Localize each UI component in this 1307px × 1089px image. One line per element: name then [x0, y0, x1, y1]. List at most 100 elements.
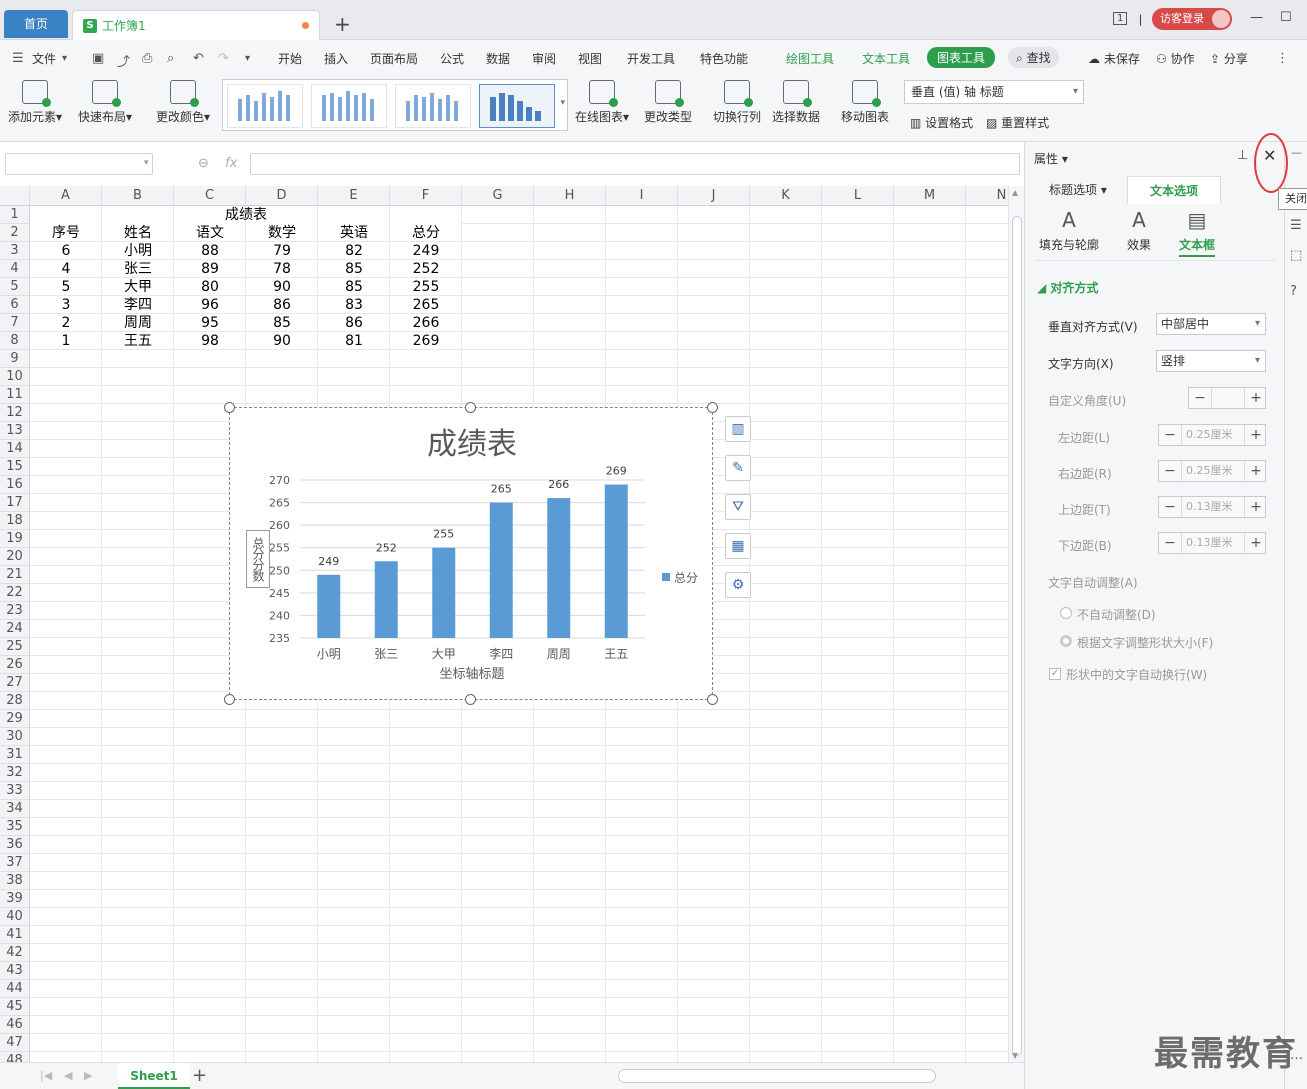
- row-header[interactable]: 16: [0, 476, 30, 494]
- chart-filter-icon[interactable]: ⛛: [725, 494, 751, 520]
- row-header[interactable]: 27: [0, 674, 30, 692]
- quick-access-more-icon[interactable]: ▾: [245, 53, 250, 64]
- table-cell[interactable]: 90: [246, 332, 318, 350]
- row-header[interactable]: 43: [0, 962, 30, 980]
- right-margin-plus-icon[interactable]: +: [1245, 461, 1267, 481]
- scroll-up-icon[interactable]: ▲: [1012, 188, 1018, 197]
- collaborate-button[interactable]: ⚇ 协作: [1156, 50, 1195, 67]
- table-cell[interactable]: 98: [174, 332, 246, 350]
- table-cell[interactable]: 6: [30, 242, 102, 260]
- right-margin-value[interactable]: 0.25厘米: [1181, 461, 1245, 481]
- name-box[interactable]: [5, 153, 153, 175]
- sheet-nav-prev-icon[interactable]: ◀: [64, 1069, 72, 1082]
- table-cell[interactable]: 2: [30, 314, 102, 332]
- menu-review[interactable]: 审阅: [532, 50, 556, 67]
- sheet-nav-first-icon[interactable]: |◀: [40, 1069, 52, 1082]
- help-icon[interactable]: ?: [1290, 284, 1297, 299]
- table-cell[interactable]: 85: [318, 260, 390, 278]
- row-header[interactable]: 32: [0, 764, 30, 782]
- row-header[interactable]: 38: [0, 872, 30, 890]
- row-header[interactable]: 31: [0, 746, 30, 764]
- header-cell[interactable]: 总分: [390, 224, 462, 242]
- change-type-button[interactable]: 更改类型: [644, 80, 692, 125]
- table-cell[interactable]: 李四: [102, 296, 174, 314]
- column-header[interactable]: E: [318, 186, 390, 206]
- chart-elements-icon[interactable]: ▥: [725, 416, 751, 442]
- row-header[interactable]: 40: [0, 908, 30, 926]
- row-header[interactable]: 15: [0, 458, 30, 476]
- chart-style-brush-icon[interactable]: ✎: [725, 455, 751, 481]
- row-header[interactable]: 47: [0, 1034, 30, 1052]
- row-header[interactable]: 22: [0, 584, 30, 602]
- tab-home[interactable]: 首页: [4, 10, 68, 38]
- menu-text-tools[interactable]: 文本工具: [862, 50, 910, 67]
- table-cell[interactable]: 王五: [102, 332, 174, 350]
- tab-title-options[interactable]: 标题选项 ▾: [1049, 176, 1107, 204]
- formula-input[interactable]: [250, 153, 1020, 175]
- table-cell[interactable]: 95: [174, 314, 246, 332]
- chart-style-3[interactable]: [395, 84, 471, 128]
- vertical-align-select[interactable]: 中部居中: [1156, 313, 1266, 335]
- column-header[interactable]: H: [534, 186, 606, 206]
- sheet-nav-next-icon[interactable]: ▶: [84, 1069, 92, 1082]
- row-header[interactable]: 23: [0, 602, 30, 620]
- row-header[interactable]: 17: [0, 494, 30, 512]
- column-header[interactable]: G: [462, 186, 534, 206]
- resize-handle-b[interactable]: [465, 694, 476, 705]
- row-header[interactable]: 29: [0, 710, 30, 728]
- row-header[interactable]: 33: [0, 782, 30, 800]
- table-cell[interactable]: 81: [318, 332, 390, 350]
- row-header[interactable]: 24: [0, 620, 30, 638]
- right-margin-minus-icon[interactable]: −: [1159, 461, 1181, 481]
- add-sheet-icon[interactable]: +: [192, 1065, 207, 1086]
- name-box-chevron-icon[interactable]: ▾: [144, 158, 149, 168]
- bottom-margin-minus-icon[interactable]: −: [1159, 533, 1181, 553]
- table-cell[interactable]: 5: [30, 278, 102, 296]
- share-button[interactable]: ⇪ 分享: [1210, 50, 1248, 67]
- chart-x-axis-title[interactable]: 坐标轴标题: [439, 667, 504, 682]
- panel-title[interactable]: 属性 ▾: [1034, 150, 1068, 167]
- column-header[interactable]: N: [966, 186, 1008, 206]
- left-margin-minus-icon[interactable]: −: [1159, 425, 1181, 445]
- gallery-expand-icon[interactable]: ▾: [560, 98, 565, 108]
- find-button[interactable]: ⌕ 查找: [1008, 47, 1059, 68]
- menu-page-layout[interactable]: 页面布局: [370, 50, 418, 67]
- row-header[interactable]: 26: [0, 656, 30, 674]
- row-header[interactable]: 37: [0, 854, 30, 872]
- scroll-down-icon[interactable]: ▼: [1012, 1051, 1018, 1060]
- subtab-effects[interactable]: A 效果: [1127, 208, 1151, 253]
- change-color-button[interactable]: 更改颜色▾: [156, 80, 210, 125]
- column-header[interactable]: J: [678, 186, 750, 206]
- row-header[interactable]: 20: [0, 548, 30, 566]
- row-header[interactable]: 14: [0, 440, 30, 458]
- column-header[interactable]: M: [894, 186, 966, 206]
- header-cell[interactable]: 姓名: [102, 224, 174, 242]
- chart-element-select[interactable]: 垂直 (值) 轴 标题: [904, 80, 1084, 104]
- text-direction-select[interactable]: 竖排: [1156, 350, 1266, 372]
- chart-style-1[interactable]: [227, 84, 303, 128]
- table-cell[interactable]: 255: [390, 278, 462, 296]
- table-cell[interactable]: 79: [246, 242, 318, 260]
- right-margin-stepper[interactable]: −0.25厘米 +: [1158, 460, 1266, 482]
- chart-bar[interactable]: [489, 502, 513, 638]
- table-cell[interactable]: 249: [390, 242, 462, 260]
- chart-bar[interactable]: [547, 498, 571, 638]
- table-cell[interactable]: 大甲: [102, 278, 174, 296]
- table-cell[interactable]: 265: [390, 296, 462, 314]
- hamburger-menu-icon[interactable]: ☰: [12, 51, 24, 66]
- table-cell[interactable]: 252: [390, 260, 462, 278]
- print-preview-icon[interactable]: ⌕: [167, 51, 174, 66]
- online-chart-side-icon[interactable]: ▦: [725, 533, 751, 559]
- chart-style-4[interactable]: [479, 84, 555, 128]
- table-cell[interactable]: 周周: [102, 314, 174, 332]
- add-element-button[interactable]: 添加元素▾: [8, 80, 62, 125]
- unsaved-status[interactable]: ☁ 未保存: [1088, 50, 1140, 67]
- zoom-formula-icon[interactable]: ⊖: [198, 156, 209, 171]
- bottom-margin-plus-icon[interactable]: +: [1245, 533, 1267, 553]
- tab-text-options[interactable]: 文本选项: [1127, 176, 1222, 204]
- tab-workbook[interactable]: S 工作簿1: [72, 10, 320, 40]
- page-indicator-icon[interactable]: 1: [1113, 12, 1128, 25]
- table-cell[interactable]: 85: [246, 314, 318, 332]
- subtab-textbox[interactable]: ▤ 文本框: [1179, 208, 1216, 257]
- resize-shape-radio[interactable]: [1060, 635, 1072, 647]
